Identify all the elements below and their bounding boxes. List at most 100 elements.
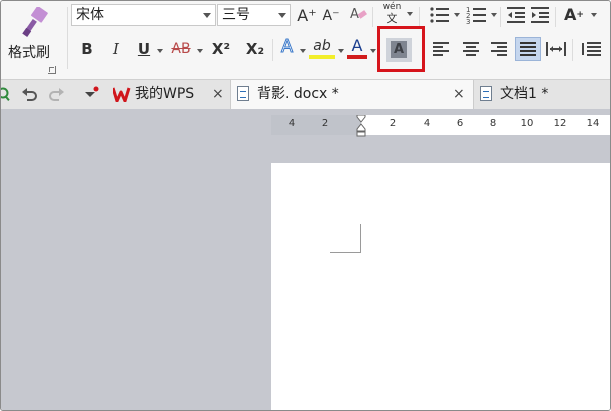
ribbon: 格式刷 宋体 三号 A⁺ A⁻ A wén 文 1 2 3 A+ B I U A… <box>1 1 610 79</box>
subscript-icon: X₂ <box>245 40 265 58</box>
document-tab-bar: 我的WPS × 背影. docx * × 文档1 * <box>1 79 610 110</box>
clear-format-button[interactable]: A <box>347 4 369 29</box>
tab-active-document[interactable]: 背影. docx * × <box>230 80 474 109</box>
chevron-down-icon <box>278 13 286 18</box>
chevron-down-icon[interactable] <box>300 49 306 53</box>
chevron-down-icon[interactable] <box>454 13 460 17</box>
chevron-down-icon[interactable] <box>157 49 163 53</box>
superscript-icon: X² <box>211 40 231 58</box>
chevron-down-icon[interactable] <box>370 49 376 53</box>
font-size-value: 三号 <box>222 7 250 23</box>
ruler-label: 10 <box>520 118 534 129</box>
margin-corner-mark <box>330 224 361 253</box>
chevron-down-icon[interactable] <box>197 49 203 53</box>
ruler-label: 2 <box>389 118 397 129</box>
wps-logo-icon <box>113 87 131 102</box>
close-icon[interactable]: × <box>453 80 465 109</box>
chevron-down-icon[interactable] <box>407 12 413 16</box>
superscript-button[interactable]: X² <box>207 39 235 59</box>
svg-text:A: A <box>350 7 359 22</box>
underline-button[interactable]: U <box>135 39 153 59</box>
ruler-label: 8 <box>489 118 497 129</box>
justify-button[interactable] <box>515 37 541 61</box>
chevron-down-icon[interactable] <box>491 13 497 17</box>
bullet-list-icon[interactable] <box>429 6 451 24</box>
shrink-font-button[interactable]: A⁻ <box>320 6 342 26</box>
text-effect-icon: A <box>280 36 294 57</box>
document-page[interactable] <box>271 163 610 410</box>
ruler-label: 14 <box>586 118 600 129</box>
pinyin-text: wén <box>382 2 402 12</box>
bold-icon: B <box>81 40 93 58</box>
tab-document-1[interactable]: 文档1 * <box>474 80 610 109</box>
bold-button[interactable]: B <box>77 39 97 59</box>
format-painter-label: 格式刷 <box>8 45 50 61</box>
increase-indent-icon[interactable] <box>531 6 551 24</box>
numbered-list-icon[interactable]: 1 2 3 <box>466 5 488 25</box>
horizontal-ruler[interactable]: 4 2 2 4 6 8 10 12 14 <box>271 115 610 135</box>
tab-label: 文档1 * <box>500 86 549 102</box>
divider <box>555 7 556 27</box>
document-icon <box>237 86 249 101</box>
tab-label: 我的WPS <box>135 86 195 102</box>
chevron-down-icon[interactable] <box>591 13 597 17</box>
clear-format-icon: A <box>350 7 367 22</box>
close-icon[interactable]: × <box>212 80 224 109</box>
highlighter-icon: ab <box>313 38 331 54</box>
align-justify-icon <box>520 42 536 56</box>
paintbrush-icon <box>22 7 48 37</box>
divider <box>372 7 373 27</box>
ruler-label: 2 <box>321 118 329 129</box>
line-spacing-icon[interactable] <box>581 41 601 57</box>
italic-icon: I <box>113 40 119 58</box>
ruler-label: 12 <box>553 118 567 129</box>
pinyin-char: 文 <box>386 12 398 25</box>
pinyin-guide-button[interactable]: wén 文 <box>377 2 407 26</box>
customize-toolbar-icon[interactable] <box>83 86 99 100</box>
divider <box>500 7 501 27</box>
text-effect-button[interactable]: A <box>277 36 297 57</box>
align-center-icon[interactable] <box>463 41 481 57</box>
align-left-icon[interactable] <box>433 41 451 57</box>
format-painter-button[interactable]: 格式刷 <box>4 4 64 76</box>
divider <box>67 7 68 69</box>
document-workspace[interactable]: 4 2 2 4 6 8 10 12 14 <box>1 109 610 410</box>
svg-text:3: 3 <box>466 18 470 25</box>
subscript-button[interactable]: X₂ <box>241 39 269 59</box>
wps-window: 格式刷 宋体 三号 A⁺ A⁻ A wén 文 1 2 3 A+ B I U A… <box>0 0 611 411</box>
grow-font-button[interactable]: A⁺ <box>296 6 318 26</box>
tab-label: 背影. docx * <box>257 86 339 102</box>
document-icon <box>480 86 492 101</box>
undo-icon[interactable] <box>21 87 37 101</box>
font-color-button[interactable]: A <box>347 37 367 59</box>
font-color-icon: A <box>351 36 363 55</box>
decrease-indent-icon[interactable] <box>507 6 527 24</box>
strikethrough-icon: AB <box>171 41 191 57</box>
tab-my-wps[interactable]: 我的WPS × <box>109 80 229 109</box>
underline-icon: U <box>137 40 151 58</box>
distributed-align-icon[interactable] <box>546 41 568 57</box>
ruler-label: 6 <box>456 118 464 129</box>
chevron-down-icon[interactable] <box>338 49 344 53</box>
dialog-launcher-icon[interactable] <box>48 66 56 74</box>
chevron-down-icon <box>203 13 211 18</box>
strikethrough-button[interactable]: AB <box>168 39 194 59</box>
change-case-button[interactable]: A+ <box>561 5 587 25</box>
highlight-box <box>377 26 425 72</box>
font-name-value: 宋体 <box>76 7 104 23</box>
font-name-select[interactable]: 宋体 <box>71 4 216 26</box>
align-right-icon[interactable] <box>491 41 509 57</box>
shrink-font-icon: A⁻ <box>322 8 340 24</box>
indent-marker-icon[interactable] <box>356 115 366 137</box>
ruler-label: 4 <box>288 118 296 129</box>
highlight-button[interactable]: ab <box>309 37 335 59</box>
ruler-label: 4 <box>423 118 431 129</box>
italic-button[interactable]: I <box>107 39 125 59</box>
divider <box>272 39 273 61</box>
grow-font-icon: A⁺ <box>297 6 317 25</box>
divider <box>419 7 420 27</box>
font-size-select[interactable]: 三号 <box>217 4 291 26</box>
divider <box>572 39 573 61</box>
redo-icon[interactable] <box>49 87 65 101</box>
print-preview-icon[interactable] <box>0 86 11 102</box>
